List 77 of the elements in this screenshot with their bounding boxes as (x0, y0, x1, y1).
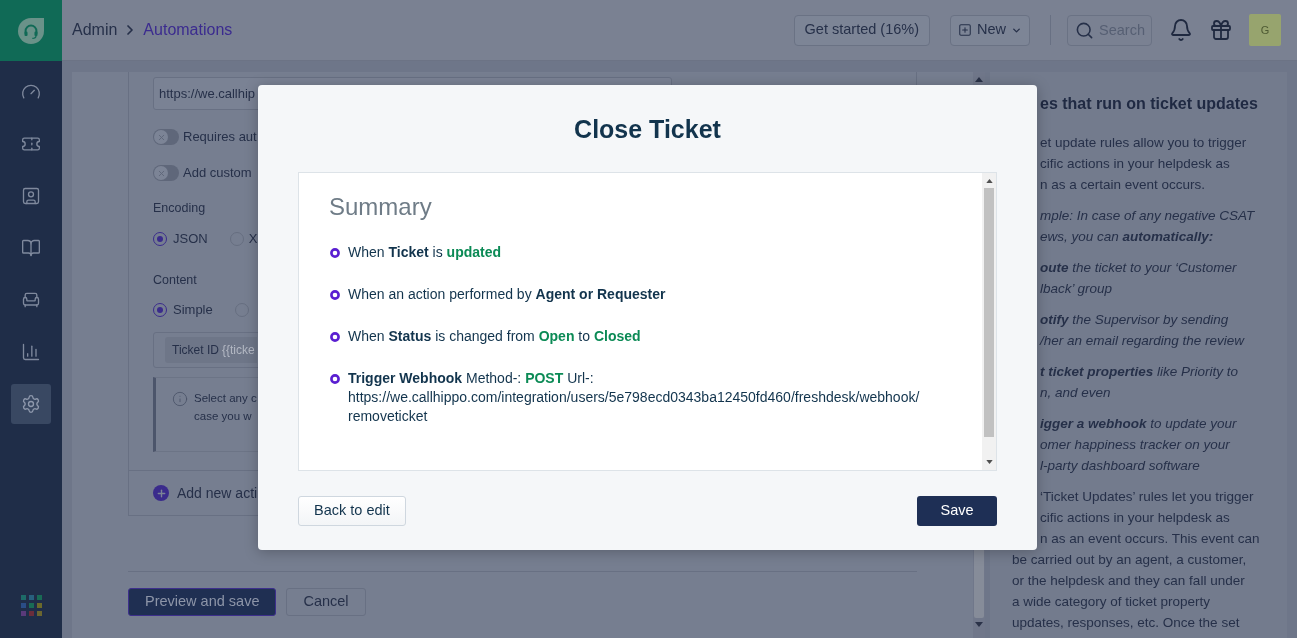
preview-save-button[interactable]: Preview and save (128, 588, 277, 616)
radio-label: Simple (173, 302, 213, 318)
info-text: case you w (194, 409, 253, 424)
help-text-line: lback’ group (1040, 280, 1113, 298)
help-title: es that run on ticket updates (1040, 94, 1258, 114)
triangle-down-icon[interactable] (975, 622, 983, 627)
field-label: Encoding (153, 200, 206, 216)
triangle-down-icon[interactable] (985, 460, 993, 464)
help-text-line: ews, you can automatically: (1040, 228, 1214, 246)
help-text-line: or the helpdesk and they can fall under (1012, 572, 1245, 590)
headset-logo-icon (18, 17, 44, 44)
bar-chart-icon (21, 342, 41, 362)
bullet-ring-icon (330, 332, 340, 342)
help-text-line: n as a certain event occurs. (1040, 176, 1206, 194)
add-action-button[interactable]: Add new acti (153, 482, 258, 504)
bell-icon[interactable] (1169, 18, 1193, 42)
help-text-line: a wide category of ticket property (1012, 593, 1211, 611)
dialog-title: Close Ticket (574, 114, 721, 145)
help-text-line: l-party dashboard software (1040, 457, 1200, 475)
bullet-ring-icon (330, 248, 340, 258)
bullet-ring-icon (330, 290, 340, 300)
info-icon (172, 391, 188, 407)
summary-item-text: Trigger Webhook Method-: POST Url-: https://we.callhippo.com/integration/users/5e798ecd0343ba12450fd460/freshdesk/webhook/removeticket (348, 369, 921, 426)
help-text-line: otify the Supervisor by sending (1040, 311, 1229, 329)
field-label: Content (153, 272, 197, 288)
user-avatar[interactable]: G (1249, 14, 1281, 46)
back-to-edit-button[interactable]: Back to edit (298, 496, 406, 526)
summary-item-text: When Status is changed from Open to Closed (348, 327, 641, 346)
help-text-line: igger a webhook to update your (1040, 415, 1237, 433)
logo-tile[interactable] (0, 0, 62, 61)
sidebar-button[interactable] (11, 384, 51, 424)
help-text-line: t ticket properties like Priority to (1040, 363, 1239, 381)
content-field[interactable]: Ticket ID {{ticke (153, 332, 261, 368)
help-text-line: oute the ticket to your ‘Customer (1040, 259, 1237, 277)
help-text-line: updates, responses, etc. Once the set (1012, 614, 1240, 632)
toggle-label: Requires aut (183, 129, 257, 145)
armchair-icon (21, 290, 41, 310)
help-text-line: be carried out by an agent, a customer, (1012, 551, 1247, 569)
help-text-line: et update rules allow you to trigger (1040, 134, 1247, 152)
placeholder-chip[interactable]: Ticket ID {{ticke (165, 337, 257, 363)
triangle-up-icon[interactable] (985, 179, 993, 183)
radio-label: X (248, 231, 258, 247)
bullet-ring-icon (330, 374, 340, 384)
plus-square-icon (958, 23, 972, 37)
x-knob-icon (154, 166, 168, 180)
new-button[interactable]: New (950, 14, 1030, 46)
summary-heading: Summary (329, 193, 432, 221)
contact-card-icon (21, 186, 41, 206)
x-knob-icon (154, 130, 168, 144)
breadcrumb-link[interactable]: Automations (143, 20, 233, 40)
search-icon (1075, 20, 1094, 40)
app-grid-icon[interactable] (20, 595, 42, 616)
toggle-switch[interactable] (153, 165, 179, 181)
gift-icon[interactable] (1209, 18, 1233, 42)
scrollbar[interactable] (982, 173, 996, 470)
settings-icon (21, 394, 41, 414)
cancel-button[interactable]: Cancel (286, 588, 366, 616)
help-text-line: n, and even (1040, 384, 1111, 402)
help-text-line: omer happiness tracker on your (1040, 436, 1230, 454)
radio-label: JSON (173, 231, 208, 247)
help-text-line: mple: In case of any negative CSAT (1040, 207, 1255, 225)
breadcrumb-link[interactable]: Admin (72, 20, 118, 40)
summary-item-text: When an action performed by Agent or Requester (348, 285, 666, 304)
scrollbar-thumb[interactable] (984, 188, 994, 437)
book-icon (21, 238, 41, 258)
save-button[interactable]: Save (917, 496, 997, 526)
help-text-line: /her an email regarding the review (1040, 332, 1245, 350)
triangle-up-icon[interactable] (975, 77, 983, 82)
help-text-line: cific actions in your helpdesk as (1040, 509, 1230, 527)
help-text-line: n as an event occurs. This event can (1040, 530, 1260, 548)
help-text-line: ‘Ticket Updates’ rules let you trigger (1040, 488, 1254, 506)
info-text: Select any c (194, 391, 257, 406)
toggle-label: Add custom (183, 165, 252, 181)
get-started-button[interactable]: Get started (16%) (793, 14, 930, 46)
summary-item-text: When Ticket is updated (348, 243, 502, 262)
help-text-line: cific actions in your helpdesk as (1040, 155, 1230, 173)
toggle-switch[interactable] (153, 129, 179, 145)
